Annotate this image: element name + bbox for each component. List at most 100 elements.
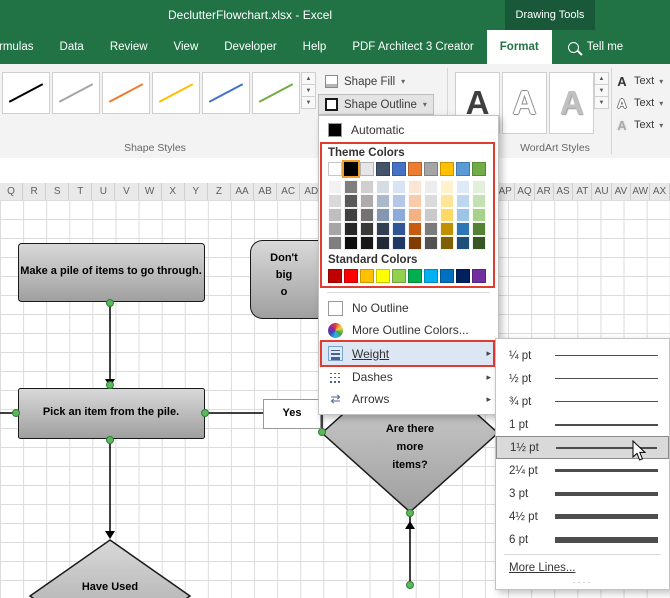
theme-variant-swatch[interactable] — [456, 236, 470, 250]
theme-color-swatch[interactable] — [408, 162, 422, 176]
weight-option-3-pt[interactable]: 3 pt — [496, 482, 669, 505]
standard-color-swatch[interactable] — [360, 269, 374, 283]
theme-color-swatch[interactable] — [376, 162, 390, 176]
weight-option-pt[interactable]: ¼ pt — [496, 344, 669, 367]
theme-variant-swatch[interactable] — [472, 222, 486, 236]
theme-variant-swatch[interactable] — [360, 236, 374, 250]
line-weight-sample — [555, 469, 658, 472]
more-lines-item[interactable]: More Lines... — [496, 558, 669, 578]
theme-variant-swatch[interactable] — [440, 236, 454, 250]
weight-option-pt[interactable]: ½ pt — [496, 367, 669, 390]
weight-option-label: 3 pt — [509, 488, 551, 500]
theme-variant-swatch[interactable] — [328, 222, 342, 236]
weight-option-1-pt[interactable]: 1 pt — [496, 413, 669, 436]
theme-variant-swatch[interactable] — [408, 222, 422, 236]
theme-color-swatch[interactable] — [344, 162, 358, 176]
theme-variant-swatch[interactable] — [472, 208, 486, 222]
theme-variant-swatch[interactable] — [376, 194, 390, 208]
theme-variant-swatch[interactable] — [376, 236, 390, 250]
process2-label[interactable]: Pick an item from the pile. — [18, 388, 204, 438]
yes-connector-label[interactable]: Yes — [263, 399, 321, 429]
theme-variant-swatch[interactable] — [328, 236, 342, 250]
menu-item-more-outline-colors[interactable]: More Outline Colors... — [319, 319, 498, 341]
weight-option-6-pt[interactable]: 6 pt — [496, 528, 669, 551]
standard-color-swatch[interactable] — [344, 269, 358, 283]
decision2-label[interactable]: Have Used — [40, 579, 180, 597]
standard-color-swatch[interactable] — [440, 269, 454, 283]
theme-variant-swatch[interactable] — [392, 208, 406, 222]
theme-color-swatch[interactable] — [440, 162, 454, 176]
theme-variant-swatch[interactable] — [360, 208, 374, 222]
theme-variant-swatch[interactable] — [424, 222, 438, 236]
theme-variant-swatch[interactable] — [344, 222, 358, 236]
theme-variant-swatch[interactable] — [408, 180, 422, 194]
theme-variant-swatch[interactable] — [424, 194, 438, 208]
decision1-label[interactable]: Are there more items? — [340, 420, 480, 474]
theme-variant-swatch[interactable] — [408, 194, 422, 208]
theme-variant-swatch[interactable] — [392, 236, 406, 250]
theme-color-swatch[interactable] — [424, 162, 438, 176]
weight-option-label: 1½ pt — [510, 442, 552, 454]
theme-variant-swatch[interactable] — [424, 180, 438, 194]
theme-variant-swatch[interactable] — [376, 222, 390, 236]
standard-color-swatch[interactable] — [408, 269, 422, 283]
theme-variant-swatch[interactable] — [344, 236, 358, 250]
menu-item-automatic[interactable]: Automatic — [319, 119, 498, 141]
submenu-arrow-icon: ▸ — [486, 394, 491, 405]
line-weight-sample — [555, 514, 658, 519]
standard-color-swatch[interactable] — [376, 269, 390, 283]
theme-variant-swatch[interactable] — [392, 194, 406, 208]
weight-option-2-pt[interactable]: 2¼ pt — [496, 459, 669, 482]
standard-color-swatch[interactable] — [328, 269, 342, 283]
menu-item-dashes[interactable]: Dashes▸ — [319, 366, 498, 388]
theme-variant-swatch[interactable] — [360, 222, 374, 236]
theme-variant-swatch[interactable] — [456, 222, 470, 236]
theme-variant-swatch[interactable] — [456, 194, 470, 208]
theme-variant-swatch[interactable] — [472, 236, 486, 250]
theme-variant-swatch[interactable] — [360, 180, 374, 194]
theme-color-swatch[interactable] — [456, 162, 470, 176]
theme-variant-swatch[interactable] — [456, 180, 470, 194]
theme-variant-swatch[interactable] — [408, 208, 422, 222]
weight-option-pt[interactable]: ¾ pt — [496, 390, 669, 413]
theme-variant-swatch[interactable] — [440, 222, 454, 236]
theme-variant-swatch[interactable] — [344, 208, 358, 222]
menu-item-no-outline[interactable]: No Outline — [319, 297, 498, 319]
theme-variant-rows — [319, 180, 498, 250]
theme-variant-swatch[interactable] — [328, 180, 342, 194]
theme-variant-swatch[interactable] — [456, 208, 470, 222]
standard-color-swatch[interactable] — [392, 269, 406, 283]
theme-variant-swatch[interactable] — [392, 222, 406, 236]
theme-variant-swatch[interactable] — [376, 180, 390, 194]
standard-colors-header: Standard Colors — [319, 250, 498, 269]
process1-label[interactable]: Make a pile of items to go through. — [20, 245, 202, 299]
menu-item-weight[interactable]: Weight▸ — [319, 341, 498, 366]
theme-variant-swatch[interactable] — [424, 236, 438, 250]
menu-item-arrows[interactable]: ⇄Arrows▸ — [319, 388, 498, 410]
theme-variant-swatch[interactable] — [328, 208, 342, 222]
theme-color-swatch[interactable] — [328, 162, 342, 176]
theme-color-swatch[interactable] — [392, 162, 406, 176]
theme-variant-swatch[interactable] — [472, 194, 486, 208]
theme-variant-swatch[interactable] — [344, 194, 358, 208]
theme-variant-swatch[interactable] — [472, 180, 486, 194]
menu-grip-dots: ···· — [496, 578, 669, 589]
theme-variant-swatch[interactable] — [328, 194, 342, 208]
standard-color-swatch[interactable] — [456, 269, 470, 283]
weight-option-4-pt[interactable]: 4½ pt — [496, 505, 669, 528]
theme-variant-swatch[interactable] — [408, 236, 422, 250]
standard-color-swatch[interactable] — [424, 269, 438, 283]
theme-variant-swatch[interactable] — [376, 208, 390, 222]
theme-variant-swatch[interactable] — [440, 194, 454, 208]
theme-variant-swatch[interactable] — [440, 180, 454, 194]
theme-variant-swatch[interactable] — [360, 194, 374, 208]
theme-variant-swatch[interactable] — [344, 180, 358, 194]
theme-color-swatch[interactable] — [360, 162, 374, 176]
theme-variant-swatch[interactable] — [424, 208, 438, 222]
callout-label[interactable]: Don't big o — [250, 250, 318, 301]
weight-option-label: ¼ pt — [509, 350, 551, 362]
theme-color-swatch[interactable] — [472, 162, 486, 176]
standard-color-swatch[interactable] — [472, 269, 486, 283]
theme-variant-swatch[interactable] — [440, 208, 454, 222]
theme-variant-swatch[interactable] — [392, 180, 406, 194]
